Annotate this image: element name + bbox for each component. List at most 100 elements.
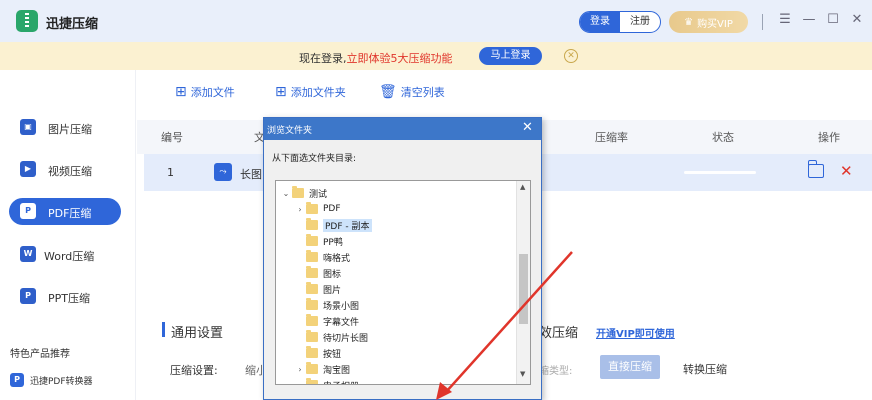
sidebar: ▣ 图片压缩 ▶ 视频压缩 P PDF压缩 W Word压缩 P PPT压缩 特… [0, 70, 136, 400]
tree-node[interactable]: 图标 [294, 265, 341, 281]
folder-icon [306, 202, 318, 214]
convert-compress-option[interactable]: 转换压缩 [683, 361, 727, 377]
sidebar-item-video[interactable]: ▶ 视频压缩 [9, 156, 121, 183]
tree-node[interactable]: 场景小图 [294, 297, 359, 313]
row-number: 1 [167, 166, 174, 179]
row-filename: 长图 [240, 168, 262, 181]
browse-folder-dialog: 浏览文件夹 ✕ 从下面选文件夹目录: ⌄ 测试 › PDF PDF - 副本 PP鸭 嗨格式… [263, 117, 542, 400]
title-separator [762, 14, 763, 30]
ppt-compress-icon: P [20, 288, 36, 304]
compress-settings-label: 压缩设置: [170, 364, 218, 377]
sidebar-item-label: 视频压缩 [48, 165, 92, 178]
tree-node-label: 场景小图 [323, 301, 360, 312]
scroll-down-icon[interactable]: ▼ [520, 370, 525, 378]
tree-node-label: PP鸭 [323, 237, 343, 248]
folder-icon [306, 298, 318, 310]
general-settings-title: 通用设置 [171, 326, 224, 341]
app-title: 迅捷压缩 [46, 17, 99, 32]
buy-vip-label: 购买VIP [697, 18, 733, 30]
add-file-button[interactable]: ⊞ 添加文件 [175, 84, 235, 100]
folder-icon [306, 234, 318, 246]
featured-product-label: 迅捷PDF转换器 [30, 376, 93, 387]
register-button[interactable]: 注册 [620, 12, 660, 32]
open-vip-link[interactable]: 开通VIP即可使用 [596, 325, 675, 340]
pdf-converter-icon: P [10, 373, 24, 387]
tree-node[interactable]: 字幕文件 [294, 313, 359, 329]
chevron-right-icon[interactable]: › [294, 365, 306, 374]
promo-text-prefix: 现在登录, [299, 52, 347, 65]
tree-node[interactable]: 电子相册 [294, 377, 359, 385]
app-logo-icon [16, 10, 38, 32]
pdf-file-icon: ⤳ [214, 163, 232, 181]
dialog-close-icon[interactable]: ✕ [522, 120, 533, 135]
clear-list-button[interactable]: 🗑 清空列表 [379, 84, 445, 100]
tree-node[interactable]: › PDF [294, 201, 341, 217]
tree-node-label: 待切片长图 [323, 333, 369, 344]
folder-icon [306, 346, 318, 358]
close-icon[interactable]: ✕ [850, 13, 864, 27]
sidebar-item-label: 图片压缩 [48, 123, 92, 136]
maximize-icon[interactable]: ☐ [826, 13, 840, 27]
col-status: 状态 [712, 131, 734, 144]
tree-node[interactable]: ⌄ 测试 [280, 185, 327, 201]
dialog-prompt: 从下面选文件夹目录: [272, 154, 357, 164]
tree-node-label: 按钮 [323, 349, 342, 360]
folder-icon [306, 330, 318, 342]
login-register-group: 登录 注册 [579, 11, 661, 33]
sidebar-item-pdf[interactable]: P PDF压缩 [9, 198, 121, 225]
tree-node[interactable]: › 淘宝图 [294, 361, 350, 377]
tree-node-label: PDF [323, 204, 341, 214]
direct-compress-button[interactable]: 直接压缩 [600, 355, 660, 379]
folder-icon [306, 282, 318, 294]
tree-node[interactable]: 待切片长图 [294, 329, 368, 345]
buy-vip-button[interactable]: ♛ 购买VIP [669, 11, 748, 33]
tree-node[interactable]: 按钮 [294, 345, 341, 361]
folder-icon [306, 266, 318, 278]
scroll-up-icon[interactable]: ▲ [520, 183, 525, 191]
sidebar-item-label: Word压缩 [44, 250, 95, 263]
promo-close-icon[interactable]: ✕ [564, 49, 578, 63]
col-ratio: 压缩率 [595, 131, 628, 144]
chevron-right-icon[interactable]: › [294, 205, 306, 214]
menu-icon[interactable]: ☰ [778, 13, 792, 27]
add-file-label: 添加文件 [190, 86, 235, 99]
image-compress-icon: ▣ [20, 119, 36, 135]
promo-login-button[interactable]: 马上登录 [479, 47, 542, 65]
tree-scrollbar[interactable]: ▲ ▼ [516, 181, 530, 384]
tree-node-label: 电子相册 [323, 379, 359, 385]
add-folder-label: 添加文件夹 [290, 86, 346, 99]
row-progress-bar [684, 171, 756, 174]
title-bar: 迅捷压缩 登录 注册 ♛ 购买VIP ☰ — ☐ ✕ [0, 0, 872, 42]
add-folder-button[interactable]: ⊞ 添加文件夹 [275, 84, 346, 100]
sidebar-item-image[interactable]: ▣ 图片压缩 [9, 114, 121, 141]
login-button[interactable]: 登录 [580, 12, 620, 32]
settings-accent-bar [162, 322, 165, 337]
featured-product[interactable]: P 迅捷PDF转换器 [10, 373, 93, 387]
open-folder-icon[interactable] [807, 160, 824, 178]
tree-node[interactable]: 图片 [294, 281, 341, 297]
dialog-title: 浏览文件夹 [267, 126, 313, 136]
col-action: 操作 [818, 131, 840, 144]
crown-icon: ♛ [684, 16, 694, 28]
tree-node[interactable]: PP鸭 [294, 233, 343, 249]
folder-icon [292, 186, 304, 198]
folder-icon [306, 250, 318, 262]
folder-icon [306, 378, 318, 384]
sidebar-item-ppt[interactable]: P PPT压缩 [9, 283, 121, 310]
word-compress-icon: W [20, 246, 36, 262]
folder-tree[interactable]: ⌄ 测试 › PDF PDF - 副本 PP鸭 嗨格式 图标 图片场景小图字幕文件待切片长图按钮… [275, 180, 531, 385]
sidebar-item-word[interactable]: W Word压缩 [9, 241, 121, 268]
tree-node[interactable]: PDF - 副本 [294, 217, 372, 233]
add-folder-icon: ⊞ [275, 84, 287, 100]
scroll-thumb[interactable] [519, 254, 528, 324]
chevron-down-icon[interactable]: ⌄ [280, 189, 292, 198]
tree-node-label: 字幕文件 [323, 317, 360, 328]
tree-node[interactable]: 嗨格式 [294, 249, 350, 265]
promo-highlight: 立即体验5大压缩功能 [346, 52, 453, 65]
tree-node-label: 淘宝图 [323, 365, 351, 376]
folder-icon [306, 362, 318, 374]
featured-title: 特色产品推荐 [10, 349, 70, 360]
delete-icon[interactable]: ✕ [840, 162, 853, 180]
minimize-icon[interactable]: — [802, 13, 816, 27]
clear-list-label: 清空列表 [400, 86, 445, 99]
